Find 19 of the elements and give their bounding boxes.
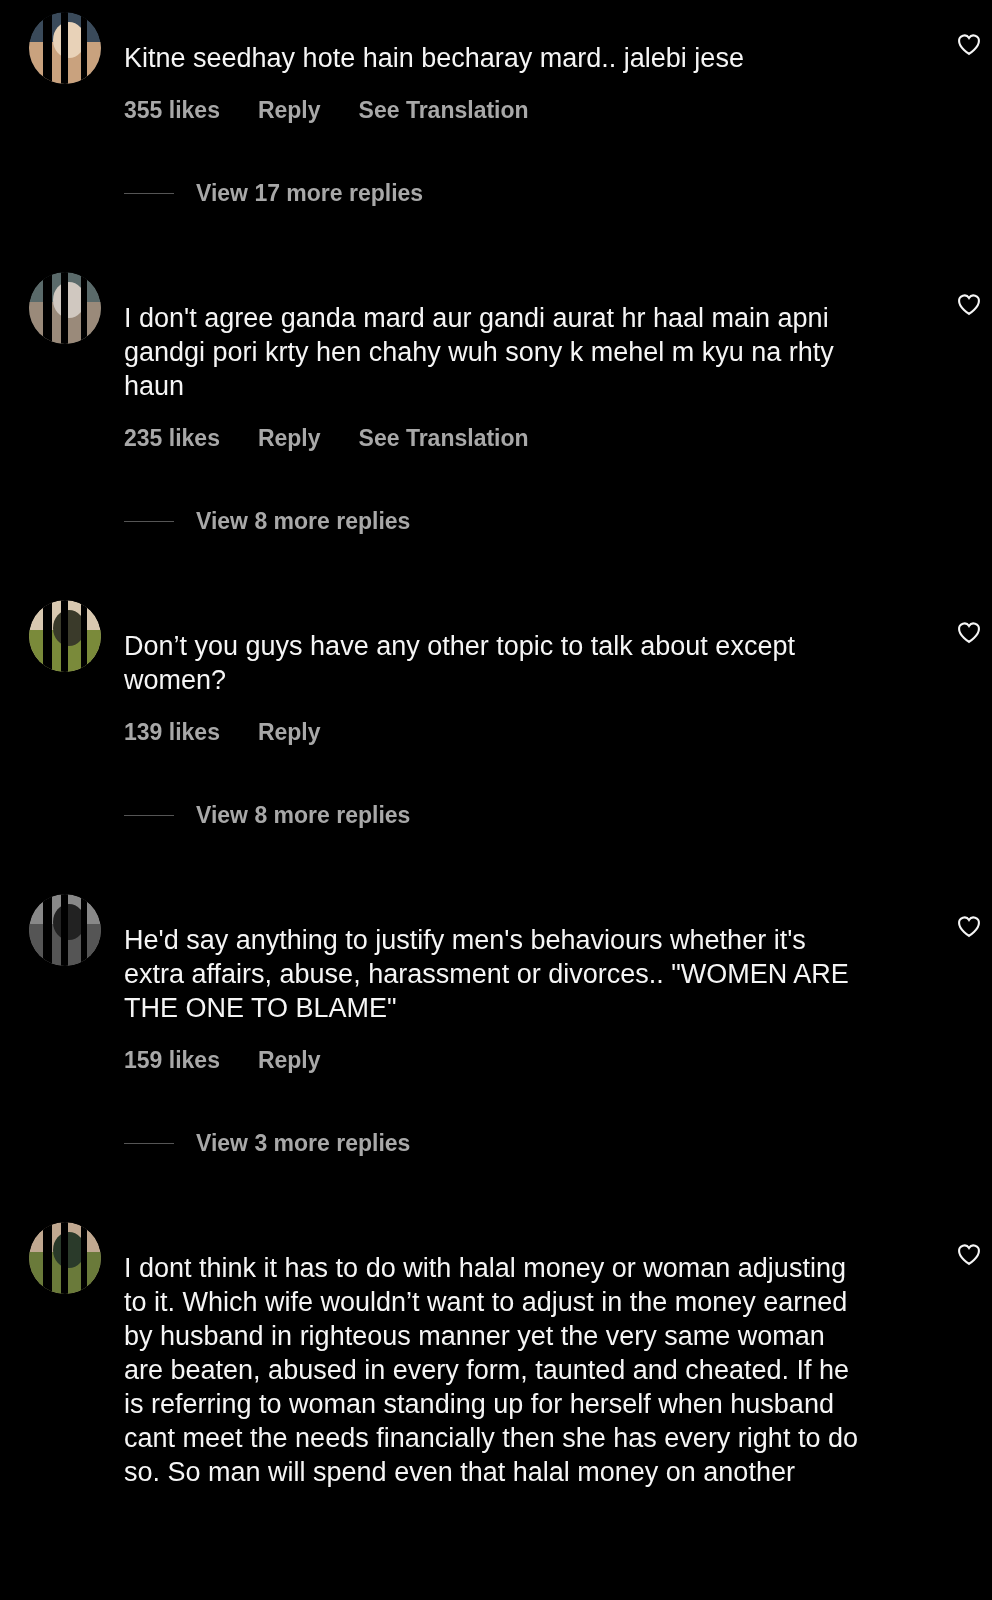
view-replies-link[interactable]: View 3 more replies: [196, 1129, 411, 1157]
like-count[interactable]: 235 likes: [124, 424, 220, 452]
like-count[interactable]: 139 likes: [124, 718, 220, 746]
comment-text: I dont think it has to do with halal money or woman adjusting to it. Which wife wouldn’t want to adjust in the money earned by husband in righteous manner yet the very same woman are beaten, abused in every form, taunted and cheated. If he is referring to woman standing up for herself when husband cant meet the needs financially then she has every right to do so. So man will spend even that halal money on another: [124, 1252, 859, 1489]
view-replies-link[interactable]: View 8 more replies: [196, 801, 411, 829]
comment-text: He'd say anything to justify men's behaviours whether it's extra affairs, abuse, harassment or divorces.. "WOMEN ARE THE ONE TO BLAME": [124, 924, 850, 1025]
reply-link[interactable]: Reply: [257, 1046, 321, 1074]
comment-text: Don’t you guys have any other topic to talk about except women?: [124, 630, 796, 697]
view-replies-link[interactable]: View 8 more replies: [196, 507, 411, 535]
reply-link[interactable]: Reply: [257, 96, 321, 124]
reply-link[interactable]: Reply: [257, 424, 321, 452]
view-replies-link[interactable]: View 17 more replies: [196, 179, 424, 207]
translation-link[interactable]: See Translation: [358, 96, 529, 124]
like-count[interactable]: 355 likes: [124, 96, 220, 124]
reply-link[interactable]: Reply: [257, 718, 321, 746]
like-count[interactable]: 159 likes: [124, 1046, 220, 1074]
comment-text: I don't agree ganda mard aur gandi aurat hr haal main apni gandgi pori krty hen chahy wuh sony k mehel m kyu na rhty haun: [124, 302, 835, 403]
translation-link[interactable]: See Translation: [358, 424, 529, 452]
comment-text: Kitne seedhay hote hain becharay mard.. jalebi jese: [124, 42, 745, 75]
